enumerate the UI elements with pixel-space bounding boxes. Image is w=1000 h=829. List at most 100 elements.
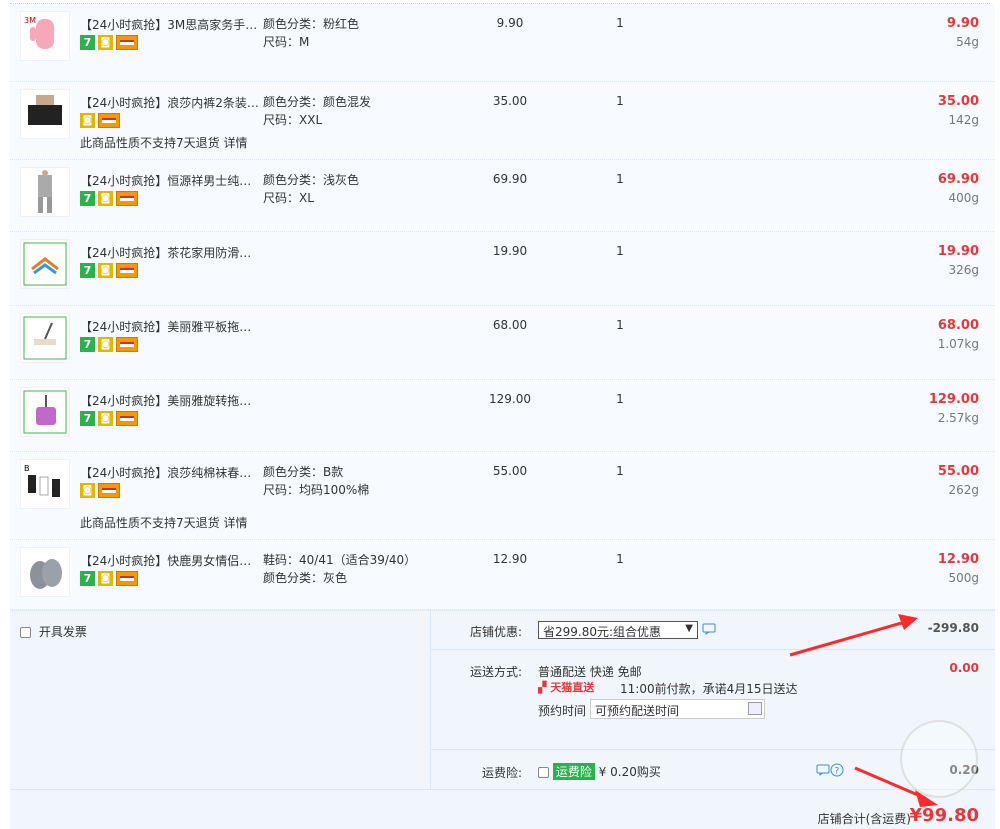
credit-card-icon [116, 191, 138, 206]
spec-line-2: 尺码：M [263, 35, 310, 49]
service-badges: 7 ◙ [80, 411, 138, 426]
chat-icon[interactable] [702, 623, 716, 638]
item-weight: 400g [948, 191, 979, 205]
product-title[interactable]: 【24小时疯抢】快鹿男女情侣… [80, 552, 260, 569]
return-policy-note[interactable]: 此商品性质不支持7天退货 详情 [80, 514, 247, 531]
credit-card-icon [98, 483, 120, 498]
shield-icon: ◙ [98, 411, 113, 426]
table-row: 【24小时疯抢】恒源祥男士纯… 7 ◙ 颜色分类：浅灰色 尺码：XL 69.90 1 69.9… [10, 160, 995, 232]
discount-label: 店铺优惠: [469, 625, 522, 639]
product-spec: 颜色分类：颜色混发 尺码：XXL [263, 93, 443, 129]
spec-line-2: 尺码：均码100%棉 [263, 483, 370, 497]
product-thumbnail[interactable] [20, 89, 70, 139]
chevron-down-icon: ▼ [685, 623, 693, 634]
credit-card-icon [116, 411, 138, 426]
product-title[interactable]: 【24小时疯抢】恒源祥男士纯… [80, 172, 260, 189]
unit-price: 19.90 [492, 244, 528, 258]
product-title[interactable]: 【24小时疯抢】茶花家用防滑… [80, 244, 260, 261]
spec-line-2: 尺码：XXL [263, 113, 323, 127]
discount-select[interactable]: 省299.80元:组合优惠 ▼ [538, 621, 698, 639]
quantity: 1 [616, 94, 624, 108]
reserve-time-input[interactable]: 可预约配送时间 [590, 699, 765, 719]
table-row: 【24小时疯抢】美丽雅旋转拖… 7 ◙ 129.00 1 129.00 2.57kg [10, 380, 995, 452]
quantity: 1 [616, 244, 624, 258]
product-thumbnail[interactable]: 3M [20, 11, 70, 61]
product-thumbnail[interactable]: B [20, 459, 70, 509]
insurance-price: ¥ 0.20购买 [598, 765, 661, 779]
service-badges: ◙ [80, 113, 120, 128]
item-subtotal: 19.90 326g [938, 243, 979, 279]
row-divider [430, 649, 995, 650]
discount-selected-value: 省299.80元:组合优惠 [543, 625, 662, 639]
service-badges: 7 ◙ [80, 263, 138, 278]
unit-price: 9.90 [496, 16, 524, 30]
product-title[interactable]: 【24小时疯抢】浪莎纯棉袜春… [80, 464, 260, 481]
invoice-label: 开具发票 [38, 625, 87, 639]
table-row: 【24小时疯抢】浪莎内裤2条装… ◙ 此商品性质不支持7天退货 详情 颜色分类：颜色混… [10, 82, 995, 160]
item-weight: 2.57kg [937, 411, 979, 425]
unit-price: 68.00 [492, 318, 528, 332]
svg-text:?: ? [835, 767, 840, 777]
invoice-checkbox[interactable] [20, 627, 31, 638]
quantity: 1 [616, 172, 624, 186]
spec-line-1: 颜色分类：B款 [263, 465, 344, 479]
item-subtotal: 12.90 500g [938, 551, 979, 587]
product-spec: 颜色分类：B款尺码：均码100%棉 [263, 463, 443, 499]
seven-day-return-icon: 7 [80, 411, 95, 426]
order-footer: 开具发票 店铺优惠: 省299.80元:组合优惠 ▼ -299.80 运送方式:… [10, 610, 995, 829]
subtotal-amount: 55.00 [937, 464, 979, 479]
product-thumbnail[interactable] [20, 387, 70, 437]
product-title[interactable]: 【24小时疯抢】美丽雅旋转拖… [80, 392, 260, 409]
product-spec: 鞋码：40/41（适合39/40） 颜色分类：灰色 [263, 551, 443, 587]
spec-line-1: 颜色分类：粉红色 [263, 17, 360, 31]
product-thumbnail[interactable] [20, 239, 70, 289]
product-thumbnail[interactable] [20, 547, 70, 597]
subtotal-amount: 19.90 [937, 244, 979, 259]
item-subtotal: 35.00 142g [938, 93, 979, 129]
discount-amount: -299.80 [927, 621, 979, 635]
unit-price: 12.90 [492, 552, 528, 566]
table-row: 【24小时疯抢】茶花家用防滑… 7 ◙ 19.90 1 19.90 326g [10, 232, 995, 306]
reserve-time-label: 预约时间 [538, 704, 587, 718]
product-title[interactable]: 【24小时疯抢】3M思高家务手… [80, 16, 260, 33]
tmall-direct-label: 天猫直送 [550, 681, 595, 694]
unit-price: 35.00 [492, 94, 528, 108]
calendar-icon[interactable] [748, 702, 762, 715]
return-policy-note[interactable]: 此商品性质不支持7天退货 详情 [80, 134, 247, 151]
item-subtotal: 9.90 54g [947, 15, 979, 51]
subtotal-amount: 129.00 [928, 392, 979, 407]
seven-day-return-icon: 7 [80, 35, 95, 50]
shield-icon: ◙ [98, 191, 113, 206]
subtotal-amount: 68.00 [937, 318, 979, 333]
credit-card-icon [98, 113, 120, 128]
reserve-time-placeholder: 可预约配送时间 [595, 704, 680, 718]
invoice-option[interactable]: 开具发票 [20, 623, 87, 640]
credit-card-icon [116, 35, 138, 50]
spec-line-2: 尺码：XL [263, 191, 314, 205]
table-row: 【24小时疯抢】美丽雅平板拖… 7 ◙ 68.00 1 68.00 1.07kg [10, 306, 995, 380]
quantity: 1 [616, 552, 624, 566]
chat-icon[interactable] [816, 764, 830, 779]
help-icon[interactable]: ? [830, 763, 844, 780]
item-subtotal: 68.00 1.07kg [938, 317, 979, 353]
shield-icon: ◙ [98, 35, 113, 50]
table-row: 3M 【24小时疯抢】3M思高家务手… 7 ◙ 颜色分类：粉红色 尺码：M 9.90 1 9.9… [10, 4, 995, 82]
service-badges: 7 ◙ [80, 571, 138, 586]
product-title[interactable]: 【24小时疯抢】浪莎内裤2条装… [80, 94, 260, 111]
insurance-checkbox[interactable] [538, 767, 549, 778]
unit-price: 55.00 [492, 464, 528, 478]
product-title[interactable]: 【24小时疯抢】美丽雅平板拖… [80, 318, 260, 335]
seven-day-return-icon: 7 [80, 337, 95, 352]
item-weight: 54g [956, 35, 979, 49]
shipping-label: 运送方式: [469, 665, 522, 679]
shield-icon: ◙ [80, 483, 95, 498]
credit-card-icon [116, 571, 138, 586]
quantity: 1 [616, 318, 624, 332]
item-weight: 142g [948, 113, 979, 127]
insurance-option[interactable]: 运费险 ¥ 0.20购买 [538, 763, 661, 780]
subtotal-amount: 35.00 [937, 94, 979, 109]
spec-line-2: 颜色分类：灰色 [263, 571, 348, 585]
product-thumbnail[interactable] [20, 313, 70, 363]
shield-icon: ◙ [98, 263, 113, 278]
product-thumbnail[interactable] [20, 167, 70, 217]
